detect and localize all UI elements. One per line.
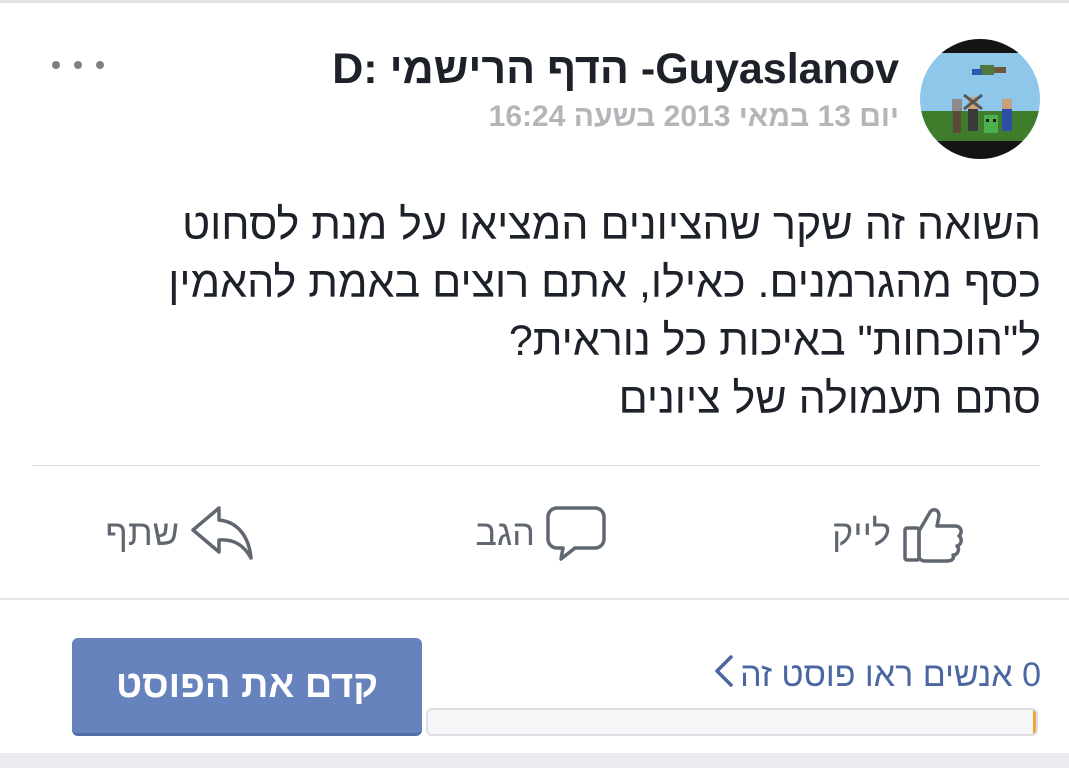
comment-button[interactable]: הגב <box>475 500 607 566</box>
more-options-button[interactable] <box>52 50 104 80</box>
share-label: שתף <box>105 512 179 553</box>
more-dots-icon <box>52 61 60 69</box>
post-timestamp[interactable]: יום 13 במאי 2013 בשעה 16:24 <box>199 99 899 135</box>
avatar[interactable] <box>920 39 1040 159</box>
comment-bubble-icon <box>545 504 607 562</box>
chevron-left-icon <box>714 654 740 697</box>
reach-progress-fill <box>1033 710 1036 734</box>
post-line: השואה זה שקר שהציונים המציאו על מנת לסחו… <box>182 201 1041 249</box>
top-edge <box>0 0 1069 3</box>
like-button[interactable]: לייק <box>832 500 965 566</box>
post-body: השואה זה שקר שהציונים המציאו על מנת לסחו… <box>41 196 1041 428</box>
share-button[interactable]: שתף <box>105 500 255 566</box>
reach-progress-bar <box>426 708 1038 736</box>
post-header: Guyaslanov- הדף הרישמי :D יום 13 במאי 20… <box>199 40 899 135</box>
page-name[interactable]: Guyaslanov- הדף הרישמי :D <box>199 40 899 98</box>
post-reach-link[interactable]: 0 אנשים ראו פוסט זה <box>714 654 1041 697</box>
post-line: כסף מהגרמנים. כאילו, אתם רוצים באמת להאמ… <box>168 259 1041 307</box>
thumbs-up-icon <box>901 502 965 564</box>
divider <box>32 465 1040 466</box>
reach-text: 0 אנשים ראו פוסט זה <box>740 656 1041 694</box>
post-line: סתם תעמולה של ציונים <box>618 375 1041 423</box>
like-label: לייק <box>831 512 891 553</box>
post-line: ל"הוכחות" באיכות כל נוראית? <box>508 317 1041 365</box>
comment-label: הגב <box>475 512 535 553</box>
bottom-strip <box>0 753 1069 768</box>
share-arrow-icon <box>189 504 255 562</box>
boost-post-button[interactable]: קדם את הפוסט <box>72 638 422 736</box>
divider <box>0 598 1069 600</box>
